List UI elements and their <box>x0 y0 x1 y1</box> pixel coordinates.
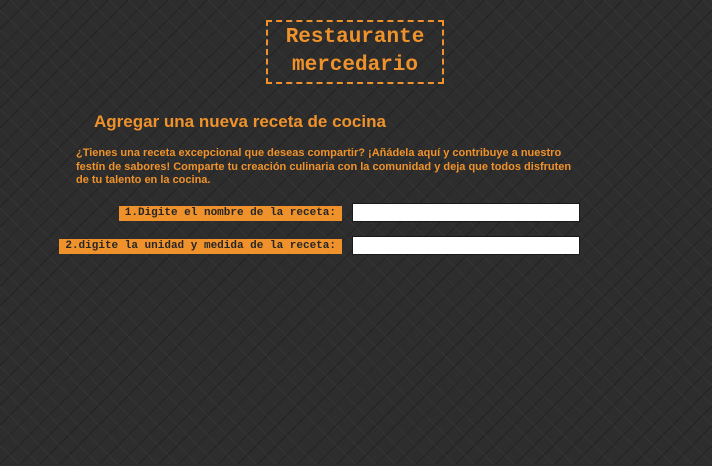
recipe-name-label: 1.Digite el nombre de la receta: <box>118 206 342 221</box>
unit-measure-label: 2.digite la unidad y medida de la receta… <box>59 239 342 254</box>
intro-text: ¿Tienes una receta excepcional que desea… <box>76 147 572 186</box>
unit-measure-input[interactable] <box>352 236 580 255</box>
restaurant-logo: Restaurante mercedario <box>266 20 444 84</box>
page-title: Agregar una nueva receta de cocina <box>94 112 386 131</box>
recipe-name-input[interactable] <box>352 203 580 222</box>
logo-text: Restaurante mercedario <box>285 26 425 77</box>
